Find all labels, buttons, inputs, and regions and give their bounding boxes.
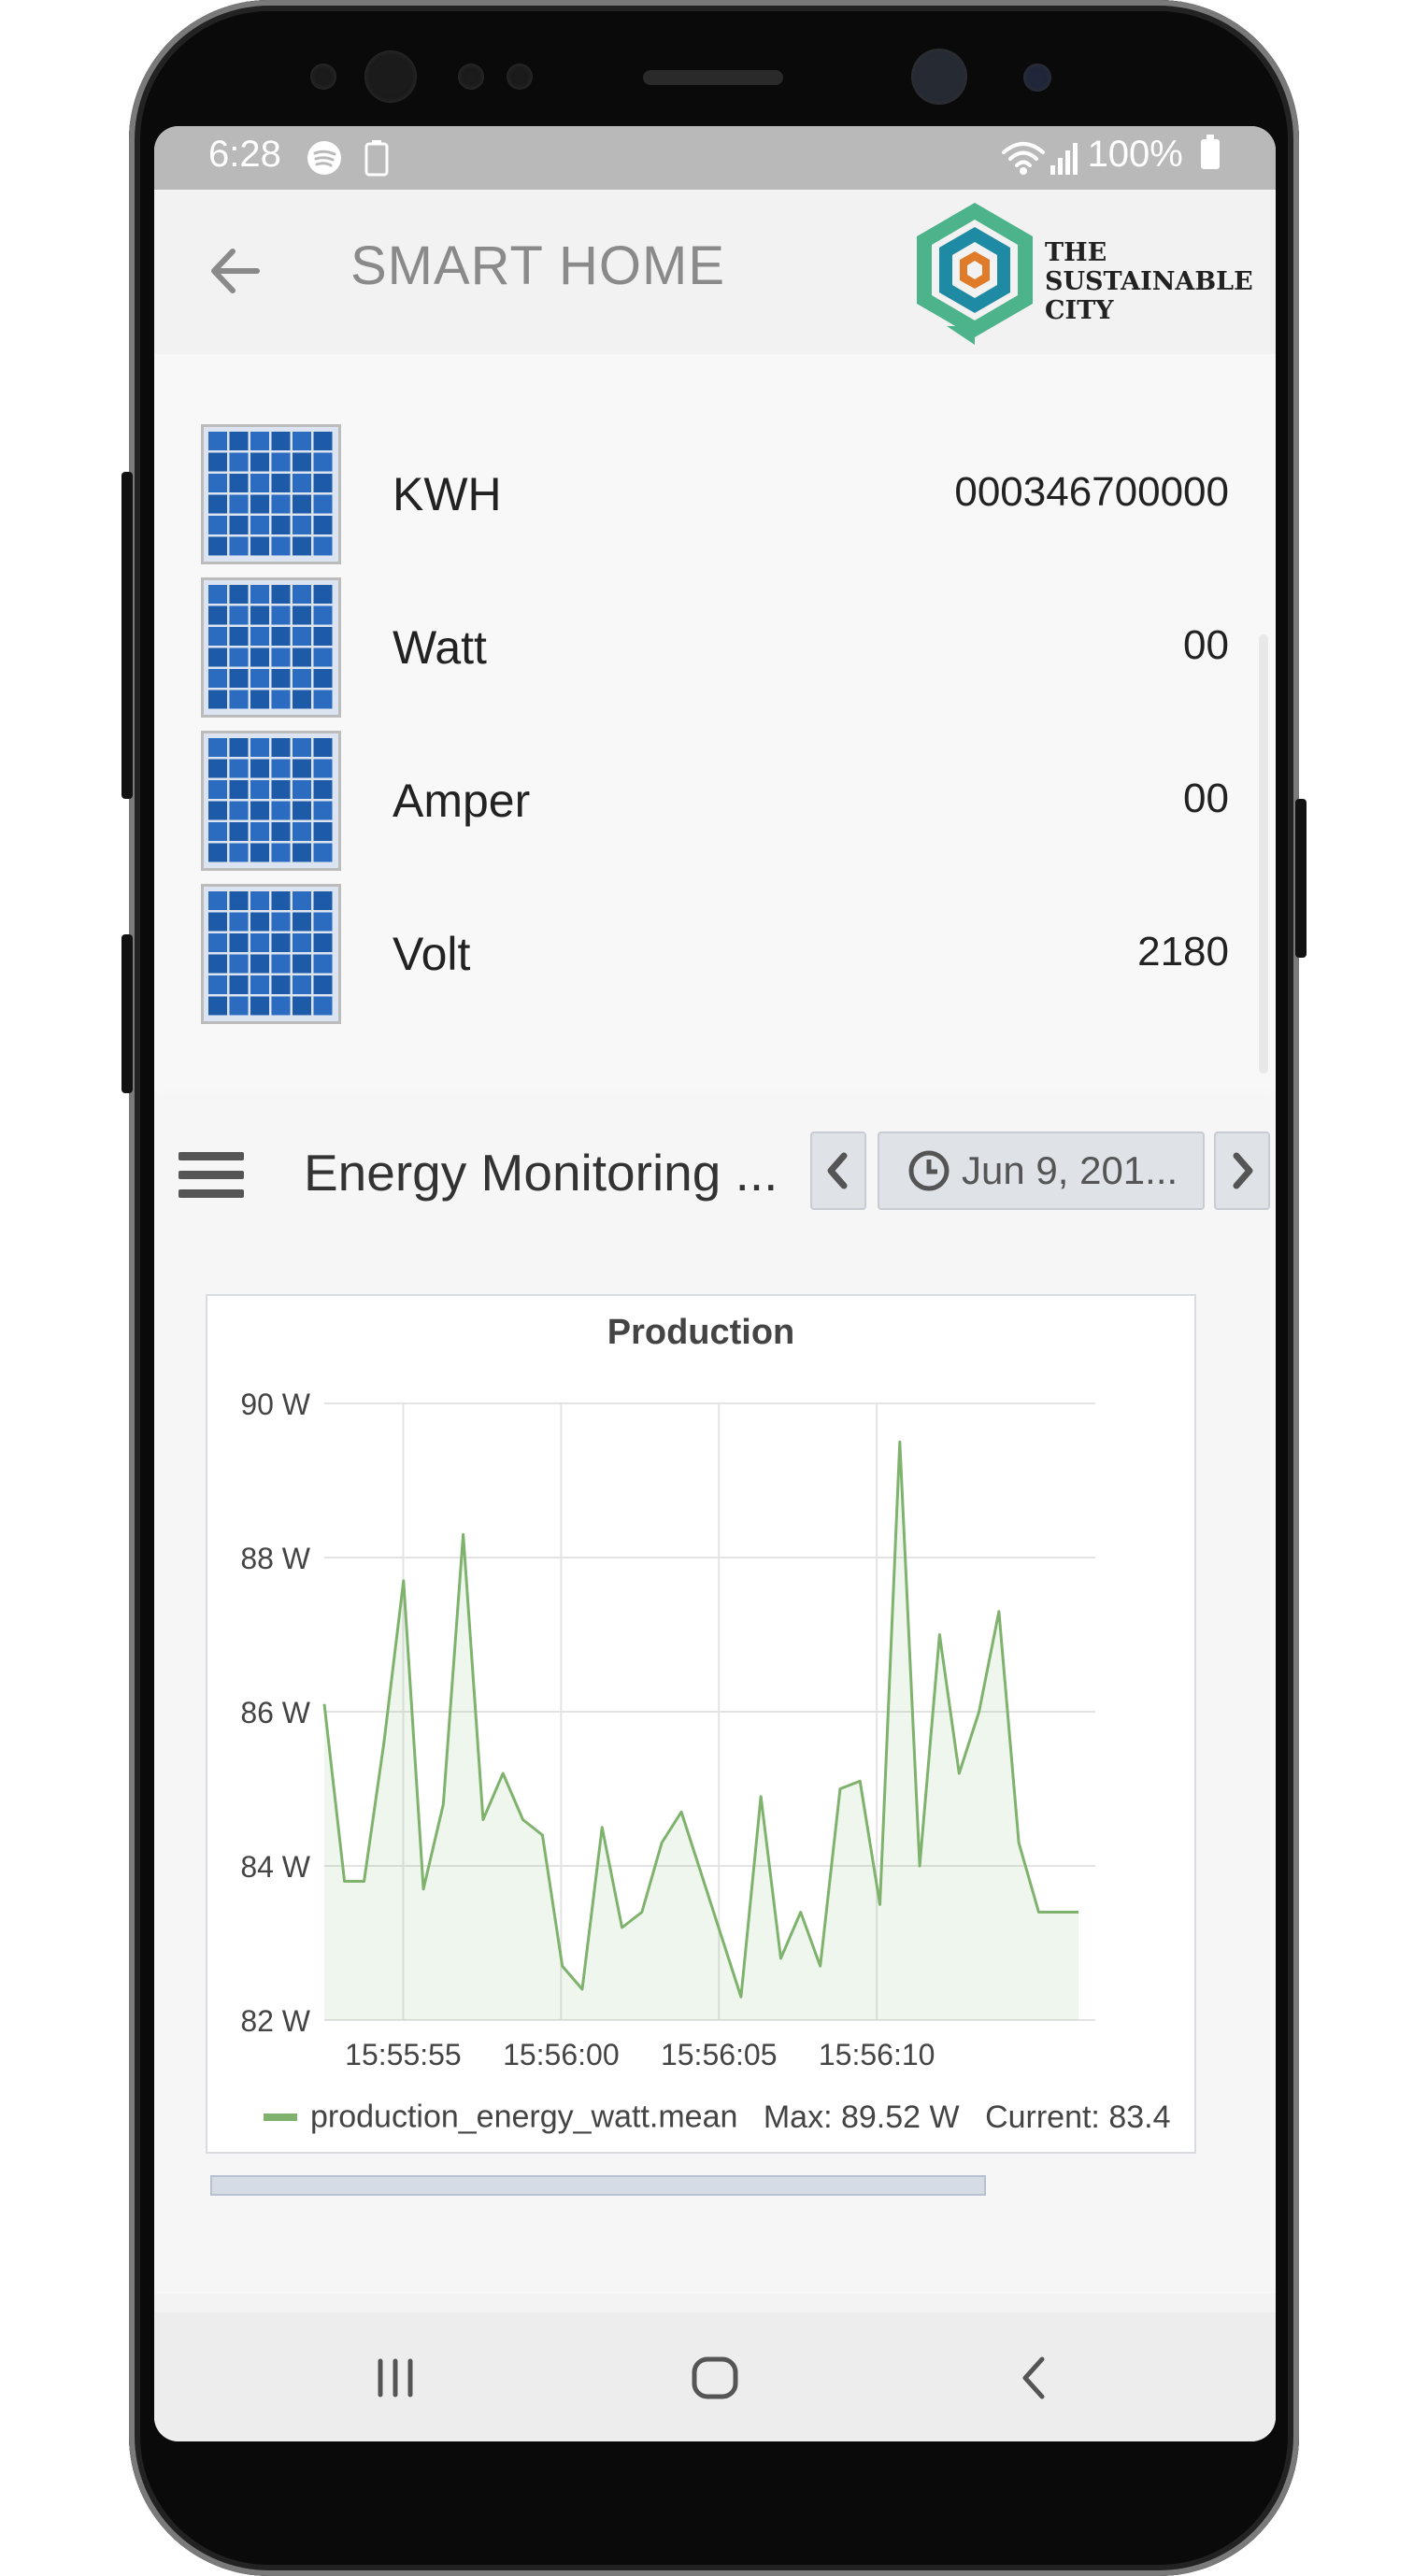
earpiece-speaker [643,70,783,85]
back-icon[interactable] [1007,2350,1063,2406]
y-tick-label: 82 W [240,2004,310,2038]
dashboard-title[interactable]: Energy Monitoring ... [304,1143,778,1203]
readings-panel: KWH 000346700000 Watt 00 Amper 00 Volt 2… [154,354,1276,1111]
reading-row-volt: Volt 2180 [201,884,1229,1029]
reading-row-kwh: KWH 000346700000 [201,424,1229,569]
logo-text: THE SUSTAINABLE CITY [1045,238,1253,325]
signal-icon [1047,139,1084,186]
power-button [1295,799,1307,958]
app-bar: SMART HOME THE SUSTAINABLE CITY [154,190,1276,354]
logo-text-line-2: SUSTAINABLE [1045,267,1253,296]
reading-value: 00 [1183,622,1229,668]
solar-panel-icon [201,424,341,564]
back-arrow-icon[interactable] [203,238,268,304]
clock-icon [908,1150,950,1191]
solar-panel-icon [201,731,341,871]
page-title: SMART HOME [350,235,726,296]
battery-saver-icon [364,139,390,186]
battery-percent: 100% [1088,134,1221,176]
reading-value: 00 [1183,776,1229,821]
reading-label: Volt [393,928,471,980]
production-chart: 90 W 88 W 86 W 84 W 82 W 15:55:55 15:56:00 15:5… [240,1388,1095,2071]
time-forward-button[interactable] [1214,1131,1270,1210]
x-tick-label: 15:56:05 [661,2038,778,2071]
horizontal-scrollbar[interactable] [210,2175,986,2196]
y-tick-label: 90 W [240,1388,310,1421]
y-tick-label: 84 W [240,1850,310,1884]
chart-legend: production_energy_watt.mean Max: 89.52 W… [264,2098,1189,2136]
reading-label: Watt [393,621,487,674]
y-tick-label: 88 W [240,1542,310,1575]
chevron-right-icon [1233,1152,1253,1189]
home-icon[interactable] [687,2350,743,2406]
vertical-scrollbar[interactable] [1259,634,1268,1074]
legend-series-name[interactable]: production_energy_watt.mean [310,2099,737,2135]
system-nav-bar [154,2313,1276,2441]
solar-panel-icon [201,577,341,718]
time-range-picker[interactable]: Jun 9, 201... [878,1131,1205,1210]
production-panel: Production 90 W 88 W 86 W 84 W 82 W 15:55:55 1… [206,1294,1196,2154]
legend-swatch [264,2113,297,2122]
reading-row-amper: Amper 00 [201,731,1229,875]
reading-label: KWH [393,468,502,520]
chevron-left-icon [827,1152,848,1189]
status-bar: 6:28 100% [154,126,1276,190]
status-time: 6:28 [208,134,281,175]
x-tick-label: 15:56:10 [819,2038,935,2071]
logo-text-line-1: THE [1045,238,1107,267]
sustainable-city-logo: THE SUSTAINABLE CITY [909,195,1253,354]
solar-panel-icon [201,884,341,1024]
screen: 6:28 100% SMART HOME THE SUSTAINABLE CIT… [154,126,1276,2441]
y-tick-label: 86 W [240,1696,310,1729]
legend-current: Current: 83.4 [985,2099,1171,2135]
bixby-button [121,934,133,1093]
reading-value: 000346700000 [954,469,1229,515]
dashboard-toolbar: Energy Monitoring ... Jun 9, 201... [154,1098,1276,1239]
wifi-icon [1000,139,1047,186]
volume-button [121,472,133,799]
time-range-label: Jun 9, 201... [962,1148,1178,1192]
recent-apps-icon[interactable] [367,2350,423,2406]
reading-value: 2180 [1137,929,1229,975]
series-area [324,1442,1078,2020]
logo-text-line-3: CITY [1045,296,1114,325]
reading-row-watt: Watt 00 [201,577,1229,722]
x-tick-label: 15:55:55 [345,2038,462,2071]
battery-icon [1201,135,1220,169]
time-back-button[interactable] [810,1131,866,1210]
menu-icon[interactable] [178,1152,244,1212]
spotify-icon [306,139,343,186]
reading-label: Amper [393,775,531,827]
x-tick-label: 15:56:00 [503,2038,620,2071]
legend-max: Max: 89.52 W [763,2099,960,2135]
battery-level: 100% [1087,134,1183,175]
chart-area: Production 90 W 88 W 86 W 84 W 82 W 15:55:55 1… [154,1238,1276,2294]
hexagon-logo-icon [917,203,1033,345]
